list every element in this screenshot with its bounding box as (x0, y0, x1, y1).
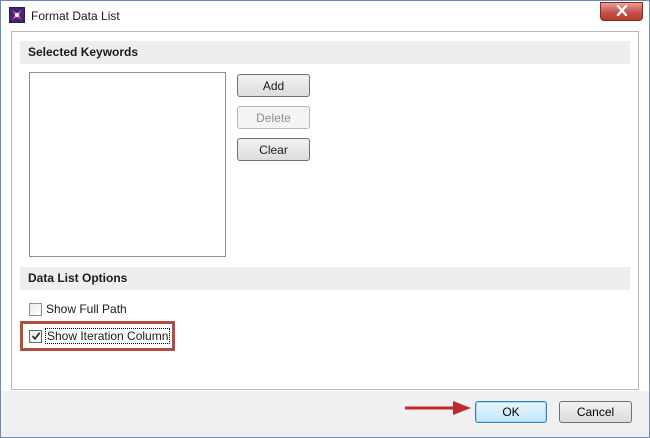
selected-keywords-header: Selected Keywords (20, 41, 630, 64)
content-frame: Selected Keywords Add Delete Clear Data … (11, 31, 639, 390)
dialog-title: Format Data List (31, 9, 120, 23)
add-button[interactable]: Add (237, 74, 310, 97)
title-bar: Format Data List (1, 1, 649, 31)
close-icon (616, 4, 628, 19)
data-list-options-header: Data List Options (20, 267, 630, 290)
close-button[interactable] (600, 2, 643, 21)
arrow-pointer-icon (405, 401, 471, 415)
checkmark-icon (31, 332, 40, 341)
show-iteration-column-label: Show Iteration Column (44, 328, 171, 344)
clear-button[interactable]: Clear (237, 138, 310, 161)
show-iteration-column-option[interactable]: Show Iteration Column (29, 328, 171, 344)
selected-keywords-list[interactable] (29, 72, 226, 257)
show-full-path-option[interactable]: Show Full Path (29, 301, 127, 317)
show-iteration-column-checkbox[interactable] (29, 329, 42, 343)
show-full-path-checkbox[interactable] (29, 302, 42, 316)
format-data-list-dialog: Format Data List Selected Keywords Add D… (0, 0, 650, 438)
show-full-path-label: Show Full Path (46, 302, 127, 316)
app-logo-icon (9, 7, 25, 23)
cancel-button[interactable]: Cancel (559, 401, 632, 423)
delete-button[interactable]: Delete (237, 106, 310, 129)
dialog-footer: OK Cancel (1, 391, 649, 437)
ok-button[interactable]: OK (475, 401, 547, 423)
